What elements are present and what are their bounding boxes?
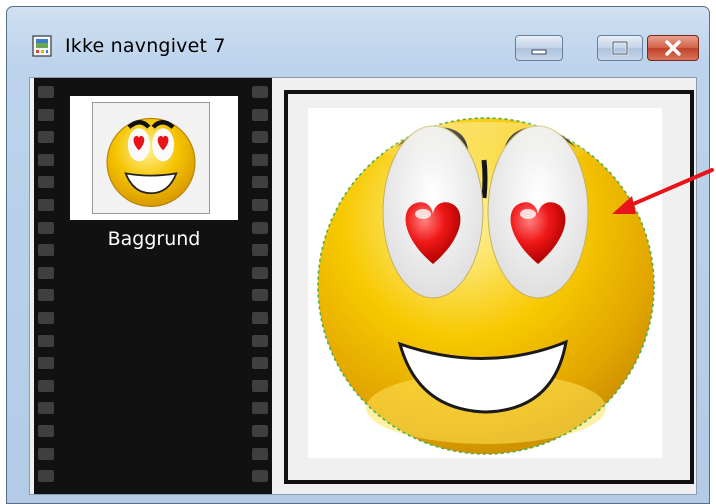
sprocket-hole	[38, 334, 54, 347]
sprocket-hole	[252, 266, 268, 279]
sprocket-hole	[38, 86, 54, 98]
close-icon	[665, 40, 681, 56]
sprocket-hole	[38, 402, 54, 415]
sprocket-hole	[252, 153, 268, 166]
sprocket-hole	[252, 86, 268, 98]
close-button[interactable]	[647, 35, 699, 61]
sprocket-hole	[252, 357, 268, 370]
layer-thumbnail[interactable]	[70, 96, 238, 220]
sprocket-hole	[38, 244, 54, 257]
sprocket-hole	[38, 176, 54, 189]
sprocket-hole	[38, 312, 54, 324]
layer-thumbnail-frame	[92, 102, 210, 214]
minimize-button[interactable]	[515, 35, 563, 61]
sprocket-hole	[38, 199, 54, 211]
window-title: Ikke navngivet 7	[65, 35, 226, 57]
canvas-frame	[284, 90, 694, 484]
sprocket-hole	[252, 176, 268, 189]
sprocket-hole	[252, 108, 268, 121]
sprocket-hole	[38, 131, 54, 144]
sprocket-hole	[38, 289, 54, 302]
layers-panel: Baggrund	[34, 78, 272, 494]
sprocket-hole	[38, 153, 54, 166]
sprocket-hole	[252, 402, 268, 415]
document-area: Baggrund	[29, 77, 697, 495]
sprocket-hole	[38, 266, 54, 279]
sprocket-hole	[252, 289, 268, 302]
sprocket-hole	[252, 244, 268, 257]
red-arrow-annotation	[612, 168, 714, 214]
layer-label[interactable]: Baggrund	[70, 228, 238, 250]
minimize-icon	[531, 49, 547, 55]
sprocket-hole	[252, 221, 268, 234]
sprocket-hole	[252, 447, 268, 460]
sprocket-hole	[38, 425, 54, 437]
sprocket-hole	[252, 425, 268, 437]
maximize-button[interactable]	[597, 35, 643, 61]
sprocket-hole	[38, 470, 54, 483]
sprocket-hole	[252, 131, 268, 144]
maximize-icon	[611, 40, 629, 56]
sprocket-hole	[252, 470, 268, 483]
sprocket-hole	[252, 334, 268, 347]
sprocket-hole	[38, 357, 54, 370]
sprocket-hole	[38, 221, 54, 234]
sprocket-hole	[252, 379, 268, 392]
image-document-icon	[32, 35, 52, 57]
smiley-heart-eyes-thumbnail	[106, 117, 196, 207]
sprocket-hole	[38, 379, 54, 392]
sprocket-hole	[38, 108, 54, 121]
sprocket-hole	[38, 447, 54, 460]
sprocket-hole	[252, 312, 268, 324]
title-bar[interactable]: Ikke navngivet 7	[7, 7, 709, 67]
sprocket-hole	[252, 199, 268, 211]
filmstrip-sprockets-right	[252, 82, 268, 492]
app-window: Ikke navngivet 7 Baggrund	[6, 6, 710, 504]
filmstrip-sprockets-left	[38, 82, 54, 492]
